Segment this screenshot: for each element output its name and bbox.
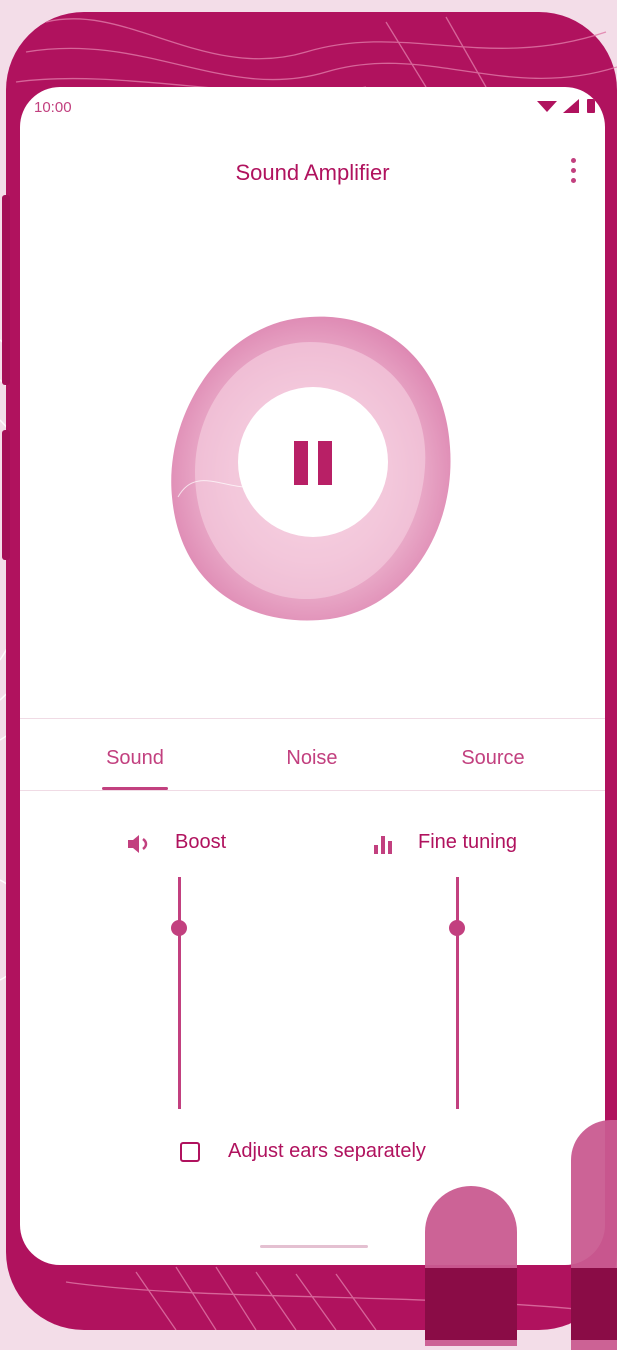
more-vert-icon xyxy=(571,178,576,183)
battery-icon xyxy=(587,99,595,113)
boost-slider-thumb[interactable] xyxy=(171,920,187,937)
fine-tuning-slider-thumb[interactable] xyxy=(449,920,465,937)
fine-tuning-slider[interactable] xyxy=(456,877,459,1109)
equalizer-icon xyxy=(374,836,392,854)
signal-icon xyxy=(563,99,579,113)
more-vert-icon xyxy=(571,158,576,163)
app-title: Sound Amplifier xyxy=(235,160,390,185)
adjust-ears-checkbox[interactable] xyxy=(180,1142,200,1162)
decorative-pill-shadow xyxy=(571,1268,617,1340)
decorative-pill-shadow xyxy=(425,1268,517,1340)
status-icons xyxy=(537,99,595,113)
home-indicator[interactable] xyxy=(260,1245,368,1248)
divider xyxy=(20,718,605,719)
tab-noise[interactable]: Noise xyxy=(232,747,392,770)
more-vert-icon xyxy=(571,168,576,173)
tab-source[interactable]: Source xyxy=(413,747,573,770)
phone-screen: 10:00 Sound Amplifier Sound Noise Source xyxy=(20,87,605,1265)
tab-sound[interactable]: Sound xyxy=(55,747,215,770)
divider xyxy=(20,790,605,791)
fine-tuning-label: Fine tuning xyxy=(418,831,517,853)
wifi-icon xyxy=(537,101,557,112)
boost-label: Boost xyxy=(175,831,227,853)
more-options-button[interactable] xyxy=(560,153,588,189)
adjust-ears-label: Adjust ears separately xyxy=(228,1140,426,1162)
volume-icon xyxy=(128,835,148,853)
pause-icon xyxy=(294,441,308,485)
status-time: 10:00 xyxy=(34,99,72,116)
pause-icon xyxy=(318,441,332,485)
boost-slider[interactable] xyxy=(178,877,181,1109)
pause-button[interactable] xyxy=(238,387,388,537)
